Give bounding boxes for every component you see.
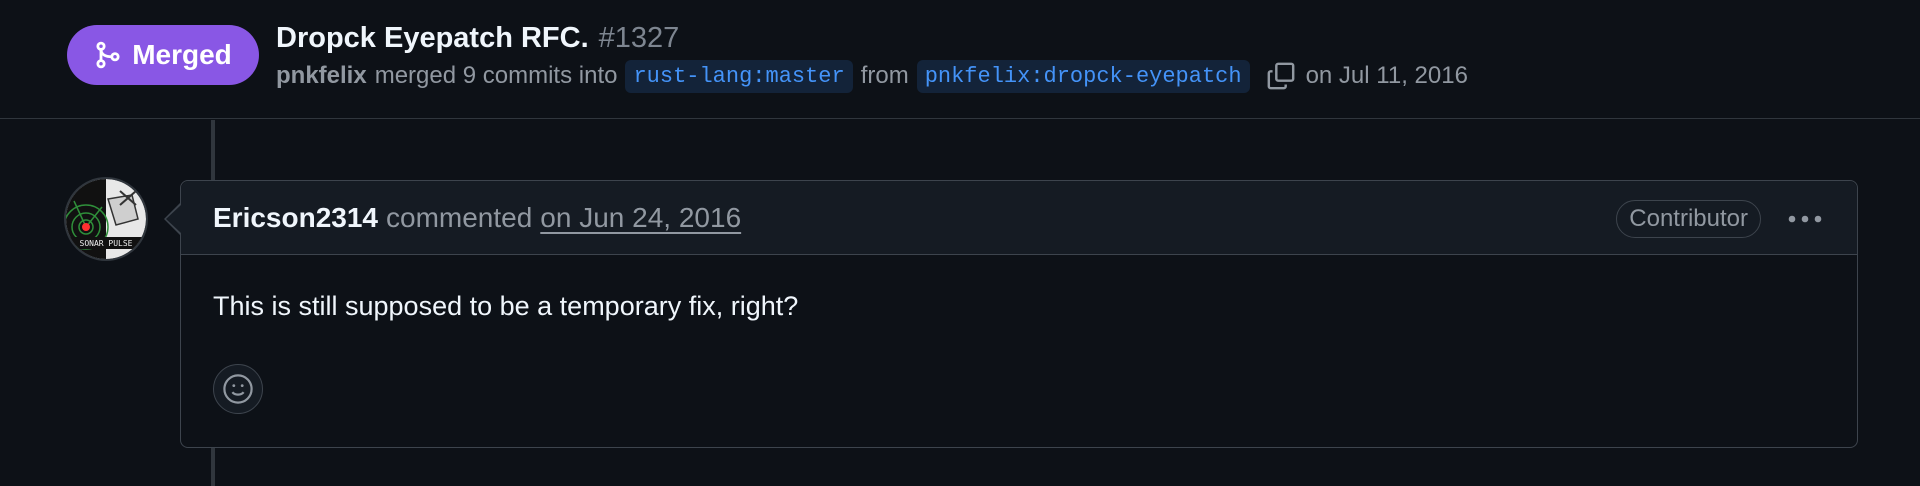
comment-action: commented xyxy=(386,202,533,233)
pr-title: Dropck Eyepatch RFC. xyxy=(276,21,589,54)
state-label: Merged xyxy=(132,39,232,70)
pr-number: #1327 xyxy=(598,21,680,54)
base-branch-link[interactable]: rust-lang:master xyxy=(625,59,853,93)
avatar[interactable]: SONAR PULSE xyxy=(66,179,146,259)
pr-header: Merged Dropck Eyepatch RFC. #1327 pnkfel… xyxy=(0,0,1920,119)
comment-options-button[interactable] xyxy=(1787,201,1823,237)
merge-text: merged 9 commits into xyxy=(374,62,618,89)
kebab-horizontal-icon xyxy=(1788,215,1822,223)
avatar-text: SONAR PULSE xyxy=(80,239,133,248)
pr-title-row: Dropck Eyepatch RFC. #1327 xyxy=(276,18,679,58)
comment-pointer-fill xyxy=(166,205,181,233)
add-reaction-button[interactable] xyxy=(213,364,263,414)
comment-meta: Ericson2314 commented on Jun 24, 2016 xyxy=(213,199,741,237)
from-text: from xyxy=(860,62,909,89)
merged-state-badge: Merged xyxy=(67,25,259,85)
copy-branch-button[interactable] xyxy=(1264,59,1298,93)
smiley-icon xyxy=(223,374,253,404)
comment-header: Ericson2314 commented on Jun 24, 2016 Co… xyxy=(181,181,1857,255)
copy-icon xyxy=(1267,62,1294,90)
comment-author-link[interactable]: Ericson2314 xyxy=(213,202,378,234)
git-merge-icon xyxy=(96,41,120,69)
merger-link[interactable]: pnkfelix xyxy=(276,62,367,90)
contributor-badge: Contributor xyxy=(1616,200,1761,238)
comment-body: This is still supposed to be a temporary… xyxy=(213,291,799,321)
comment-box: Ericson2314 commented on Jun 24, 2016 Co… xyxy=(180,180,1858,448)
pr-merge-meta: pnkfelix merged 9 commits into rust-lang… xyxy=(276,58,1468,94)
comment-date-link[interactable]: on Jun 24, 2016 xyxy=(540,202,741,234)
head-branch-link[interactable]: pnkfelix:dropck-eyepatch xyxy=(916,59,1250,93)
merged-date: on Jul 11, 2016 xyxy=(1305,62,1468,89)
